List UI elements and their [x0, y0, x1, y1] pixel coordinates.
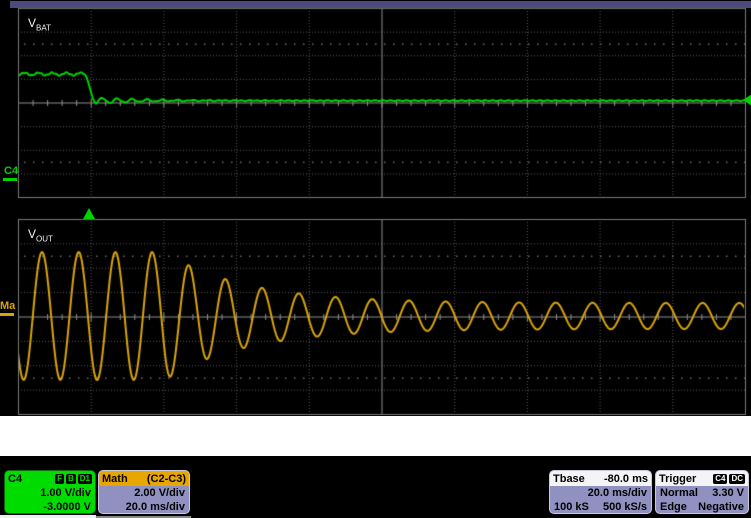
trigger-level: 3.30 V	[712, 487, 744, 499]
c4-channel-marker[interactable]: C4	[4, 166, 18, 177]
c4-offset: -3.0000 V	[43, 501, 91, 513]
c4-zero-level-marker[interactable]	[3, 178, 17, 181]
math-title: Math	[102, 472, 128, 485]
math-channel-marker[interactable]: Ma	[0, 301, 15, 312]
c4-title: C4	[8, 472, 23, 485]
math-subtitle: (C2-C3)	[146, 472, 186, 485]
oscilloscope-screen: VBAT C4 VOUT Ma C4 F B D1 1.00 V/div -3.…	[0, 0, 751, 518]
c4-vdiv: 1.00 V/div	[40, 487, 91, 499]
trigger-type: Edge	[660, 501, 687, 513]
tbase-rate: 500 kS/s	[602, 501, 647, 513]
math-vdiv: 2.00 V/div	[134, 487, 185, 499]
trigger-source-badge: C4	[713, 473, 728, 484]
trigger-descriptor-box[interactable]: Trigger C4 DC Normal 3.30 V Edge Negative	[655, 470, 749, 514]
tbase-delay: -80.0 ms	[603, 472, 648, 485]
math-descriptor-box[interactable]: Math (C2-C3) 2.00 V/div 20.0 ms/div	[98, 470, 190, 514]
tbase-title: Tbase	[553, 472, 585, 485]
waveform-display	[0, 0, 751, 460]
trigger-slope: Negative	[698, 501, 744, 513]
c4-badge-d1: D1	[77, 473, 92, 484]
c4-descriptor-box[interactable]: C4 F B D1 1.00 V/div -3.0000 V	[4, 470, 96, 514]
message-bar	[0, 416, 751, 456]
tbase-samples: 100 kS	[554, 501, 589, 513]
trigger-level-marker[interactable]	[743, 94, 751, 106]
timebase-descriptor-box[interactable]: Tbase -80.0 ms 20.0 ms/div 100 kS 500 kS/…	[549, 470, 652, 514]
vout-label: VOUT	[28, 227, 53, 244]
math-tdiv: 20.0 ms/div	[125, 501, 185, 513]
trigger-coupling-badge: DC	[729, 473, 745, 484]
vbat-label: VBAT	[28, 16, 51, 33]
tbase-tdiv: 20.0 ms/div	[587, 487, 647, 499]
trigger-time-marker[interactable]	[83, 208, 95, 219]
c4-badge-b: B	[65, 473, 76, 484]
trigger-title: Trigger	[659, 472, 697, 485]
c4-badge-f: F	[55, 473, 64, 484]
math-zero-level-marker[interactable]	[0, 313, 14, 316]
trigger-mode: Normal	[660, 487, 698, 499]
